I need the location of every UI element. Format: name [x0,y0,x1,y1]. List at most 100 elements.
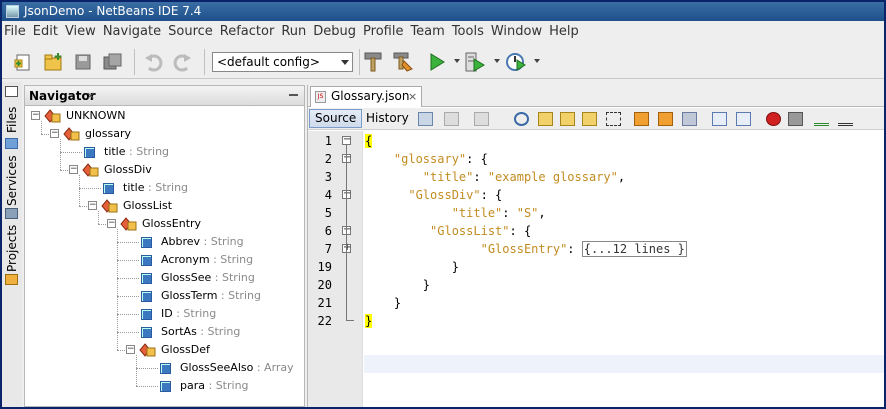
tab-projects[interactable]: Projects [4,225,20,272]
tree-toggle[interactable]: − [50,129,59,138]
close-icon[interactable]: × [86,86,95,106]
new-project-icon[interactable] [42,51,64,73]
menu-window[interactable]: Window [488,22,545,42]
tree-node[interactable]: Acronym : String [161,251,253,269]
stop-macro-icon[interactable] [788,112,803,126]
source-button[interactable]: Source [309,109,363,128]
comment-icon[interactable] [814,112,829,126]
uncomment-icon[interactable] [838,112,853,126]
menu-tools[interactable]: Tools [449,22,487,42]
menu-team[interactable]: Team [407,22,447,42]
start-macro-icon[interactable] [766,112,781,126]
tree-node[interactable]: GlossList [123,197,172,215]
tree-node[interactable]: GlossDiv [104,161,152,179]
tree-node[interactable]: ID : String [161,305,216,323]
chevron-down-icon[interactable] [454,59,460,63]
find-next-icon[interactable] [560,112,575,126]
profile-icon[interactable] [504,51,526,73]
tab-services[interactable]: Services [4,155,20,206]
rect-selection-icon[interactable] [606,112,621,126]
tree-node-label: GlossEntry [142,217,202,230]
tree-node[interactable]: UNKNOWN [66,107,126,125]
object-node-icon [82,163,100,177]
files-icon[interactable] [5,138,18,149]
tree-node[interactable]: title : String [104,143,169,161]
close-icon[interactable]: × [408,87,417,106]
menu-file[interactable]: File [2,22,29,42]
find-previous-icon[interactable] [538,112,553,126]
netbeans-app-icon [6,5,19,18]
previous-bookmark-icon[interactable] [634,112,649,126]
tree-node[interactable]: GlossSee : String [161,269,255,287]
tree-node-type: : String [205,379,249,392]
line-number-gutter: 1−2−3 4−5 6−7 +19 20 21 22 [308,131,363,407]
editor-toolbar: Source History [308,108,884,130]
menu-debug[interactable]: Debug [310,22,359,42]
new-file-icon[interactable] [12,51,34,73]
forward-icon[interactable] [474,112,489,126]
redo-icon[interactable] [172,51,194,73]
tree-node[interactable]: glossary [85,125,131,143]
chevron-down-icon[interactable] [494,59,500,63]
json-key: "GlossDiv" [408,188,481,202]
tab-files[interactable]: Files [4,104,20,136]
clean-build-icon[interactable] [392,51,414,73]
tree-toggle[interactable]: − [31,111,40,120]
json-key: "GlossList" [430,224,510,238]
undo-icon[interactable] [142,51,164,73]
code-line: } [365,258,459,276]
tree-node[interactable]: GlossSeeAlso : Array [180,359,294,377]
tree-toggle[interactable]: − [69,165,78,174]
menu-profile[interactable]: Profile [360,22,406,42]
value-node-icon [141,273,152,284]
tree-connector [98,224,106,225]
chevron-down-icon[interactable] [534,59,540,63]
menu-help[interactable]: Help [546,22,582,42]
last-edit-icon[interactable] [418,112,433,126]
value-node-icon [84,147,95,158]
debug-icon[interactable] [464,51,486,73]
toggle-bookmark-icon[interactable] [682,112,697,126]
tree-node[interactable]: Abbrev : String [161,233,244,251]
tree-node-type: : String [172,307,217,320]
tree-node[interactable]: SortAs : String [161,323,240,341]
tree-node[interactable]: GlossEntry [142,215,201,233]
restore-window-icon[interactable] [5,86,18,97]
tree-connector [117,260,139,261]
next-bookmark-icon[interactable] [658,112,673,126]
menu-edit[interactable]: Edit [30,22,61,42]
tree-toggle[interactable]: − [88,201,97,210]
tree-node[interactable]: title : String [123,179,188,197]
shift-left-icon[interactable] [712,112,727,126]
tree-connector [136,386,158,387]
menu-run[interactable]: Run [278,22,309,42]
tree-node[interactable]: GlossDef [161,341,210,359]
menu-refactor[interactable]: Refactor [217,22,278,42]
value-node-icon [160,363,171,374]
services-icon[interactable] [5,208,18,219]
tree-toggle[interactable]: − [126,345,135,354]
minimize-icon[interactable] [289,94,298,96]
run-icon[interactable] [426,51,448,73]
build-icon[interactable] [362,51,384,73]
save-all-icon[interactable] [102,51,124,73]
toggle-highlight-icon[interactable] [582,112,597,126]
tree-node[interactable]: GlossTerm : String [161,287,261,305]
tab-glossary-json[interactable]: JS Glossary.json × [310,86,422,107]
shift-right-icon[interactable] [736,112,751,126]
tree-node[interactable]: para : String [180,377,249,395]
collapse-fold-icon[interactable]: − [342,135,351,145]
menu-navigate[interactable]: Navigate [100,22,164,42]
history-button[interactable]: History [360,109,415,128]
menu-source[interactable]: Source [165,22,216,42]
tree-toggle[interactable]: − [107,219,116,228]
find-icon[interactable] [514,112,529,126]
tree-node-label: Abbrev [161,235,201,248]
config-dropdown[interactable]: <default config> [212,52,353,72]
open-project-icon[interactable] [72,51,94,73]
projects-icon[interactable] [5,274,18,285]
menu-view[interactable]: View [62,22,99,42]
back-icon[interactable] [444,112,459,126]
folded-block[interactable]: {...12 lines } [581,241,687,257]
